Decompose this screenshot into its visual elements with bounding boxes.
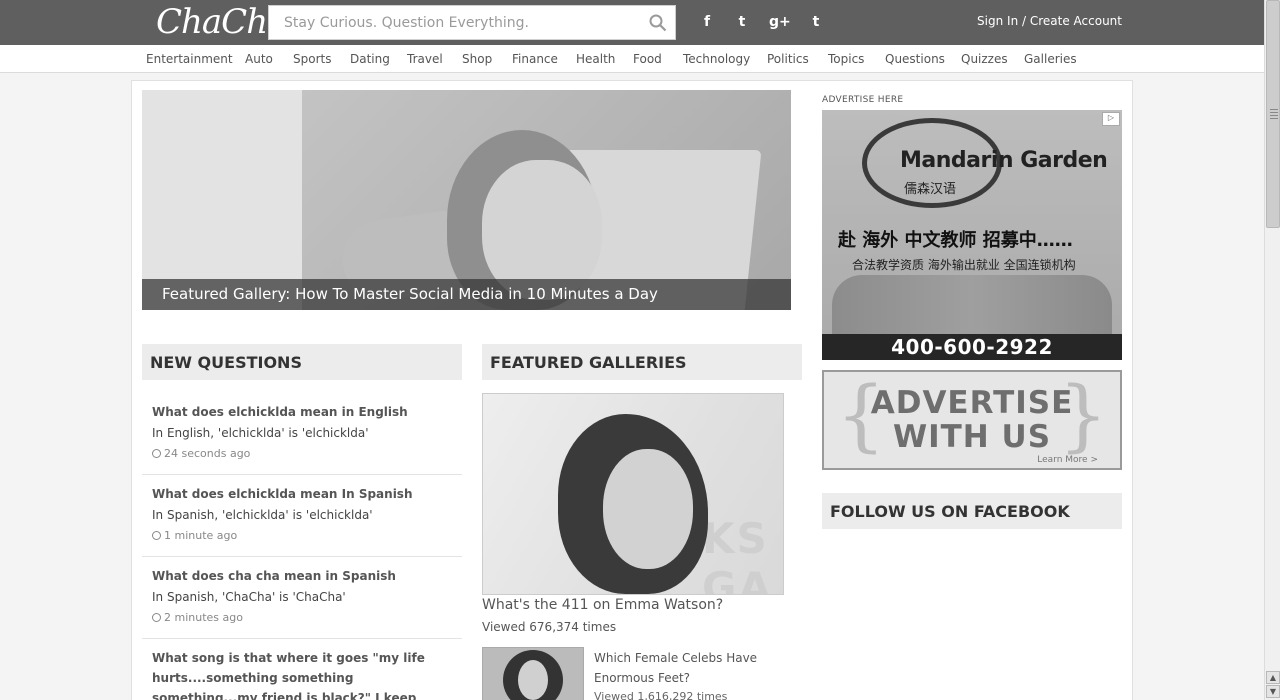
gallery-title[interactable]: What's the 411 on Emma Watson? [482,597,723,613]
gallery-image-face [518,660,548,700]
category-nav: Entertainment Auto Sports Dating Travel … [0,45,1264,73]
nav-item-politics[interactable]: Politics [767,52,809,66]
question-answer: In Spanish, 'ChaCha' is 'ChaCha' [152,590,346,604]
gallery-thumbnail-emma-watson[interactable]: KS GA [482,393,784,595]
clock-icon [152,449,161,458]
nav-item-health[interactable]: Health [576,52,615,66]
top-header: ChaCha® f t g+ t Sign In / Create Accoun… [0,0,1264,45]
advertise-line-2: WITH US [892,419,1052,455]
advertise-with-us-banner[interactable]: { } ADVERTISE WITH US Learn More > [822,370,1122,470]
question-title[interactable]: What song is that where it goes "my life… [152,648,432,700]
ad-brand-chinese: 儒森汉语 [904,182,957,197]
ad-phone-number: 400-600-2922 [822,334,1122,360]
clock-icon [152,531,161,540]
question-answer: In English, 'elchicklda' is 'elchicklda' [152,426,369,440]
nav-item-travel[interactable]: Travel [407,52,443,66]
question-time: 24 seconds ago [152,447,250,460]
mandarin-garden-ad[interactable]: ▷ Mandarin Garden 儒森汉语 赴 海外 中文教师 招募中…… 合… [822,110,1122,360]
facebook-icon[interactable]: f [697,13,717,31]
learn-more-link[interactable]: Learn More > [1037,455,1098,465]
scroll-down-button[interactable]: ▼ [1266,685,1280,698]
gallery-thumbnail-female-celebs[interactable] [482,647,584,700]
nav-item-technology[interactable]: Technology [683,52,750,66]
scrollbar-thumb[interactable] [1266,0,1280,228]
ad-brand-name: Mandarin Garden [900,148,1108,173]
question-title[interactable]: What does elchicklda mean In Spanish [152,484,442,504]
logo-text: ChaCha [156,2,287,42]
search-box [268,5,676,40]
search-icon[interactable] [649,14,667,32]
tumblr-icon[interactable]: t [806,13,826,31]
question-title[interactable]: What does cha cha mean in Spanish [152,566,442,586]
advertise-here-label: ADVERTISE HERE [822,95,904,105]
question-item[interactable]: What does cha cha mean in Spanish In Spa… [142,557,462,639]
question-item[interactable]: What does elchicklda mean In Spanish In … [142,475,462,557]
nav-item-quizzes[interactable]: Quizzes [961,52,1008,66]
gallery-image-face [603,449,693,569]
page-scrollbar[interactable]: ▲ ▼ [1264,0,1280,700]
adchoices-icon[interactable]: ▷ [1102,112,1120,126]
google-plus-icon[interactable]: g+ [769,13,791,31]
gallery-views: Viewed 676,374 times [482,620,617,634]
question-item[interactable]: What does elchicklda mean in English In … [142,393,462,475]
hero-featured-gallery[interactable]: Featured Gallery: How To Master Social M… [142,90,791,310]
nav-item-questions[interactable]: Questions [885,52,945,66]
sign-in-link[interactable]: Sign In / Create Account [977,14,1122,28]
gallery-image-backdrop: KS GA [702,514,773,595]
nav-item-topics[interactable]: Topics [828,52,864,66]
nav-item-food[interactable]: Food [633,52,662,66]
nav-item-dating[interactable]: Dating [350,52,390,66]
nav-item-galleries[interactable]: Galleries [1024,52,1077,66]
gallery-title[interactable]: Which Female Celebs Have Enormous Feet? [594,648,794,688]
hero-caption[interactable]: Featured Gallery: How To Master Social M… [142,279,791,310]
nav-item-auto[interactable]: Auto [245,52,273,66]
question-answer: In Spanish, 'elchicklda' is 'elchicklda' [152,508,373,522]
facebook-heading: FOLLOW US ON FACEBOOK [822,493,1122,529]
question-time: 2 minutes ago [152,611,243,624]
question-item[interactable]: What song is that where it goes "my life… [142,639,462,700]
ad-people-photo [832,275,1112,335]
nav-item-entertainment[interactable]: Entertainment [146,52,233,66]
nav-item-shop[interactable]: Shop [462,52,492,66]
question-time: 1 minute ago [152,529,237,542]
scroll-up-button[interactable]: ▲ [1266,671,1280,684]
nav-item-finance[interactable]: Finance [512,52,558,66]
gallery-views: Viewed 1,616,292 times [594,690,728,700]
search-input[interactable] [269,6,639,39]
new-questions-heading: NEW QUESTIONS [142,344,462,380]
ad-subline: 合法教学资质 海外输出就业 全国连锁机构 [852,258,1076,272]
advertise-line-1: ADVERTISE [870,385,1074,421]
nav-item-sports[interactable]: Sports [293,52,331,66]
featured-galleries-heading: FEATURED GALLERIES [482,344,802,380]
twitter-icon[interactable]: t [732,13,752,31]
clock-icon [152,613,161,622]
hero-image-background [142,90,302,310]
ad-headline: 赴 海外 中文教师 招募中…… [838,230,1073,251]
question-title[interactable]: What does elchicklda mean in English [152,402,442,422]
